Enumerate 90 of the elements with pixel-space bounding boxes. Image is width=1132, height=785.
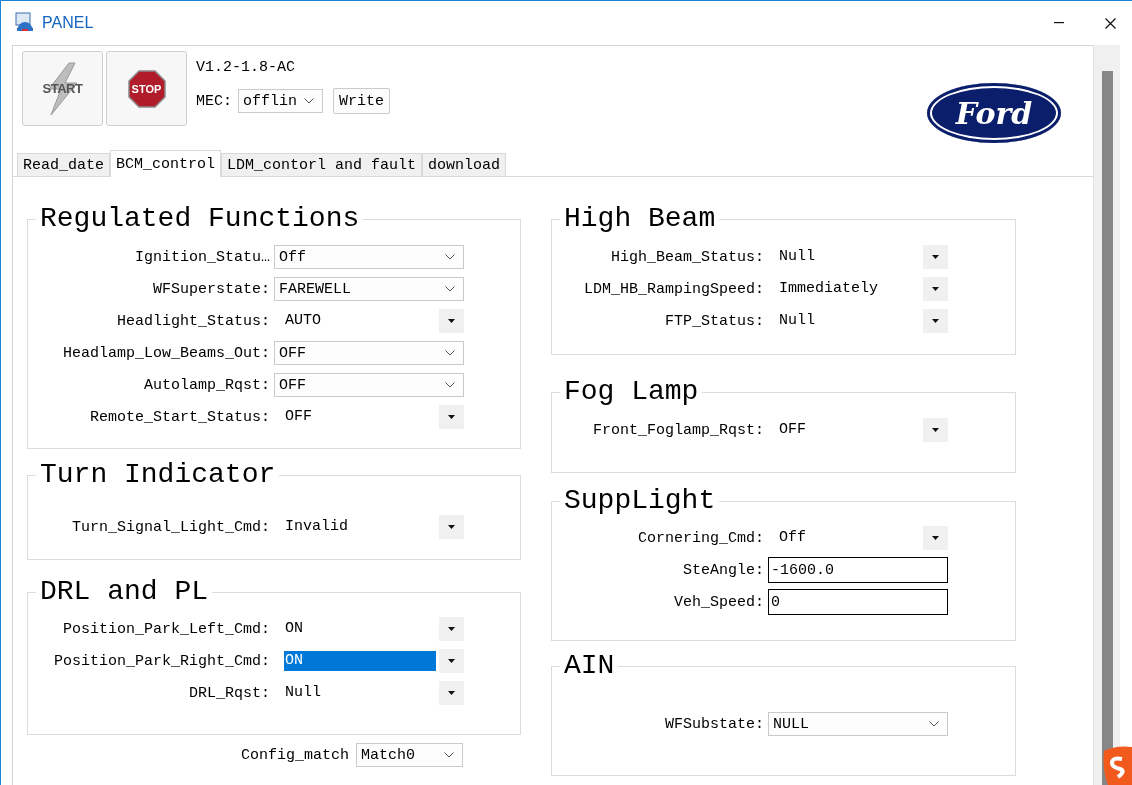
app-icon (14, 12, 36, 34)
version-label: V1.2-1.8-AC (196, 59, 297, 76)
group-title: High Beam (563, 205, 717, 233)
dropdown-field[interactable]: OFF (274, 373, 464, 397)
field-label: Position_Park_Right_Cmd: (52, 652, 270, 670)
group-title: Regulated Functions (39, 205, 361, 233)
field-label: Veh_Speed: (673, 593, 764, 611)
scrollbar[interactable] (1093, 45, 1120, 785)
dropdown-value[interactable]: Immediately (778, 279, 920, 299)
field-label: WFSuperstate: (151, 280, 270, 298)
tab[interactable]: download (422, 153, 507, 176)
field-label: Remote_Start_Status: (88, 408, 270, 426)
field-label: WFSubstate: (663, 715, 764, 733)
dropdown-value[interactable]: Off (778, 528, 920, 548)
dropdown-button[interactable] (439, 681, 464, 705)
window-title: PANEL (42, 14, 94, 32)
dropdown-button[interactable] (439, 405, 464, 429)
minimize-icon[interactable] (1054, 22, 1064, 24)
tab[interactable]: LDM_contorl and fault (221, 153, 423, 176)
field-label: FTP_Status: (663, 312, 764, 330)
caret-icon (448, 691, 455, 695)
logo: Ford (927, 83, 1061, 143)
group-title: DRL and PL (39, 578, 210, 606)
caret-icon (932, 255, 939, 259)
stop-sign-icon (127, 69, 166, 108)
chevron-down-icon (445, 286, 455, 292)
stop-button[interactable]: STOP (106, 51, 187, 126)
dropdown-field[interactable]: FAREWELL (274, 277, 464, 301)
tab[interactable]: Read_date (17, 153, 110, 176)
input-field[interactable]: 0 (768, 589, 948, 615)
dropdown-button[interactable] (439, 309, 464, 333)
dropdown-button[interactable] (923, 277, 948, 301)
field-label: Headlight_Status: (115, 312, 270, 330)
input-field[interactable]: -1600.0 (768, 557, 948, 583)
field-label: DRL_Rqst: (188, 684, 270, 702)
field-label: Turn_Signal_Light_Cmd: (70, 518, 270, 536)
dropdown-value[interactable]: AUTO (284, 311, 436, 331)
caret-icon (932, 319, 939, 323)
mec-dropdown[interactable]: offlin (238, 89, 323, 113)
group-title: AIN (563, 652, 616, 680)
chevron-down-icon (445, 254, 455, 260)
dropdown-value[interactable]: Null (284, 683, 436, 703)
dropdown-value[interactable]: OFF (284, 407, 436, 427)
dropdown-button[interactable] (923, 309, 948, 333)
field-label: Cornering_Cmd: (636, 529, 764, 547)
caret-icon (932, 536, 939, 540)
dropdown-value[interactable]: Null (778, 311, 920, 331)
chevron-down-icon (929, 721, 939, 727)
dropdown-value[interactable]: ON (284, 651, 436, 671)
group-title: Turn Indicator (39, 461, 277, 489)
field-label: Config_match (240, 746, 349, 764)
dropdown-field[interactable]: OFF (274, 341, 464, 365)
field-label: Autolamp_Rqst: (142, 376, 270, 394)
dropdown-button[interactable] (923, 526, 948, 550)
dropdown-value[interactable]: ON (284, 619, 436, 639)
chevron-down-icon (445, 350, 455, 356)
write-button[interactable]: Write (333, 88, 391, 114)
caret-icon (932, 287, 939, 291)
dropdown-button[interactable] (439, 649, 464, 673)
dropdown-button[interactable] (923, 245, 948, 269)
caret-icon (448, 415, 455, 419)
field-label: SteAngle: (682, 561, 764, 579)
field-label: Headlamp_Low_Beams_Out: (61, 344, 270, 362)
group-title: SuppLight (563, 487, 717, 515)
chevron-down-icon (445, 382, 455, 388)
caret-icon (448, 525, 455, 529)
caret-icon (448, 319, 455, 323)
group-title: Fog Lamp (563, 378, 700, 406)
field-label: High_Beam_Status: (609, 248, 764, 266)
field-label: LDM_HB_RampingSpeed: (582, 280, 764, 298)
chevron-down-icon (444, 752, 454, 758)
dropdown-button[interactable] (439, 515, 464, 539)
dropdown-field[interactable]: Match0 (356, 743, 463, 767)
dropdown-field[interactable]: NULL (768, 712, 948, 736)
field-label: Front_Foglamp_Rqst: (591, 421, 764, 439)
field-label: Position_Park_Left_Cmd: (61, 620, 270, 638)
tab[interactable]: BCM_control (110, 150, 222, 177)
caret-icon (448, 627, 455, 631)
caret-icon (932, 428, 939, 432)
chevron-down-icon (304, 98, 314, 104)
dropdown-value[interactable]: OFF (778, 420, 920, 440)
field-label: Ignition_Statu… (133, 248, 270, 266)
dropdown-field[interactable]: Off (274, 245, 464, 269)
close-icon[interactable] (1105, 17, 1116, 29)
caret-icon (448, 659, 455, 663)
dropdown-value[interactable]: Null (778, 247, 920, 267)
mec-label: MEC: (196, 92, 232, 110)
dropdown-button[interactable] (439, 617, 464, 641)
dropdown-button[interactable] (923, 418, 948, 442)
dropdown-value[interactable]: Invalid (284, 517, 436, 537)
